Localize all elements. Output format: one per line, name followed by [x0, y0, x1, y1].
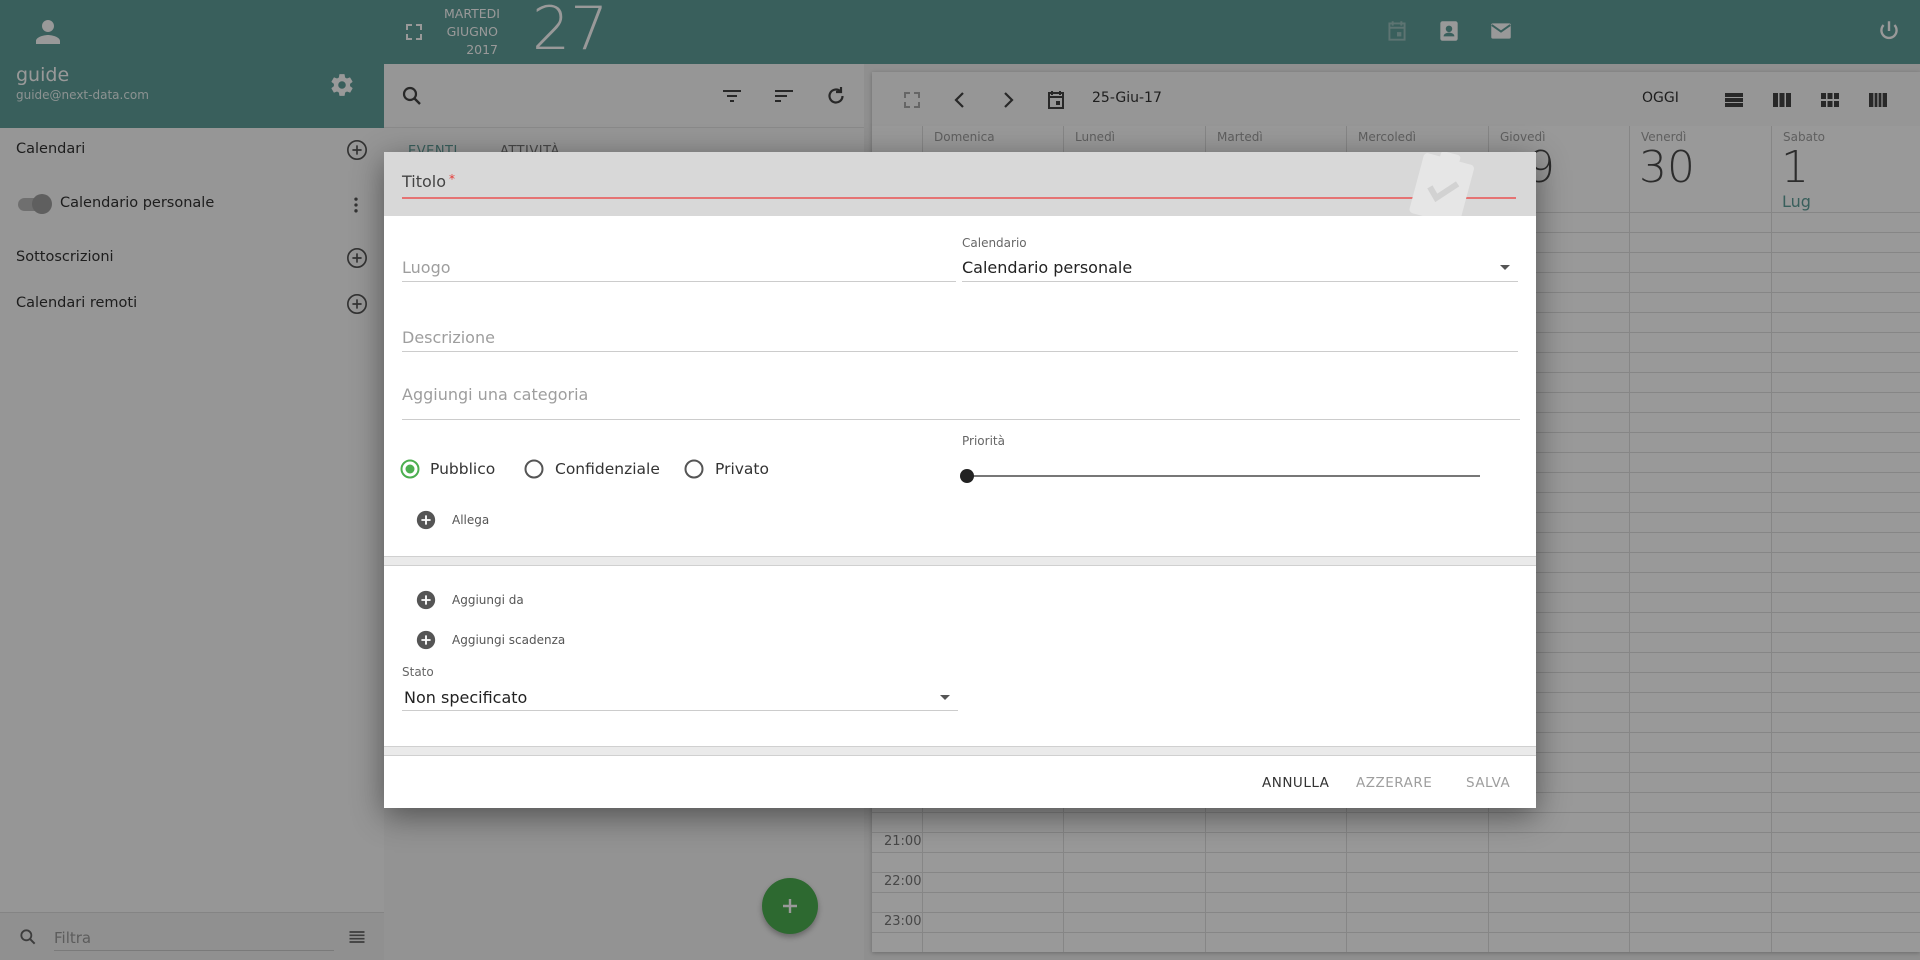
status-label: Stato — [402, 665, 434, 679]
add-start-date-button[interactable]: Aggiungi da — [452, 593, 524, 607]
required-mark: * — [449, 172, 456, 186]
add-due-plus-circle-icon[interactable] — [415, 629, 437, 651]
priority-slider-track[interactable] — [968, 475, 1480, 477]
reset-button[interactable]: AZZERARE — [1356, 775, 1432, 791]
dialog-header: Titolo * — [384, 152, 1536, 216]
title-underline — [402, 197, 1516, 199]
calendar-select[interactable]: Calendario personale — [962, 258, 1132, 277]
section-divider — [384, 556, 1536, 566]
location-field[interactable]: Luogo — [402, 258, 451, 277]
priority-label: Priorità — [962, 434, 1005, 448]
title-placeholder: Titolo — [402, 172, 447, 191]
attach-plus-circle-icon[interactable] — [415, 509, 437, 531]
priority-slider-handle[interactable] — [960, 469, 974, 483]
radio-confidenziale[interactable] — [524, 459, 544, 479]
chevron-down-icon — [1500, 265, 1510, 270]
cancel-button[interactable]: ANNULLA — [1262, 775, 1329, 791]
save-button[interactable]: SALVA — [1466, 775, 1510, 791]
add-start-plus-circle-icon[interactable] — [415, 589, 437, 611]
task-editor-dialog: Titolo * Luogo Calendario Calendario pers… — [384, 152, 1536, 808]
category-input[interactable]: Aggiungi una categoria — [402, 385, 588, 404]
section-divider — [384, 746, 1536, 756]
clipboard-check-icon — [1409, 152, 1474, 216]
radio-label-privato[interactable]: Privato — [715, 460, 769, 478]
calendar-select-label: Calendario — [962, 236, 1027, 250]
add-due-date-button[interactable]: Aggiungi scadenza — [452, 633, 565, 647]
title-field[interactable]: Titolo * — [402, 172, 455, 191]
description-field[interactable]: Descrizione — [402, 328, 495, 347]
chevron-down-icon — [940, 695, 950, 700]
radio-label-confidenziale[interactable]: Confidenziale — [555, 460, 660, 478]
radio-pubblico[interactable] — [400, 459, 420, 479]
radio-label-pubblico[interactable]: Pubblico — [430, 460, 495, 478]
attach-button[interactable]: Allega — [452, 513, 489, 527]
radio-privato[interactable] — [684, 459, 704, 479]
status-select[interactable]: Non specificato — [404, 688, 527, 707]
